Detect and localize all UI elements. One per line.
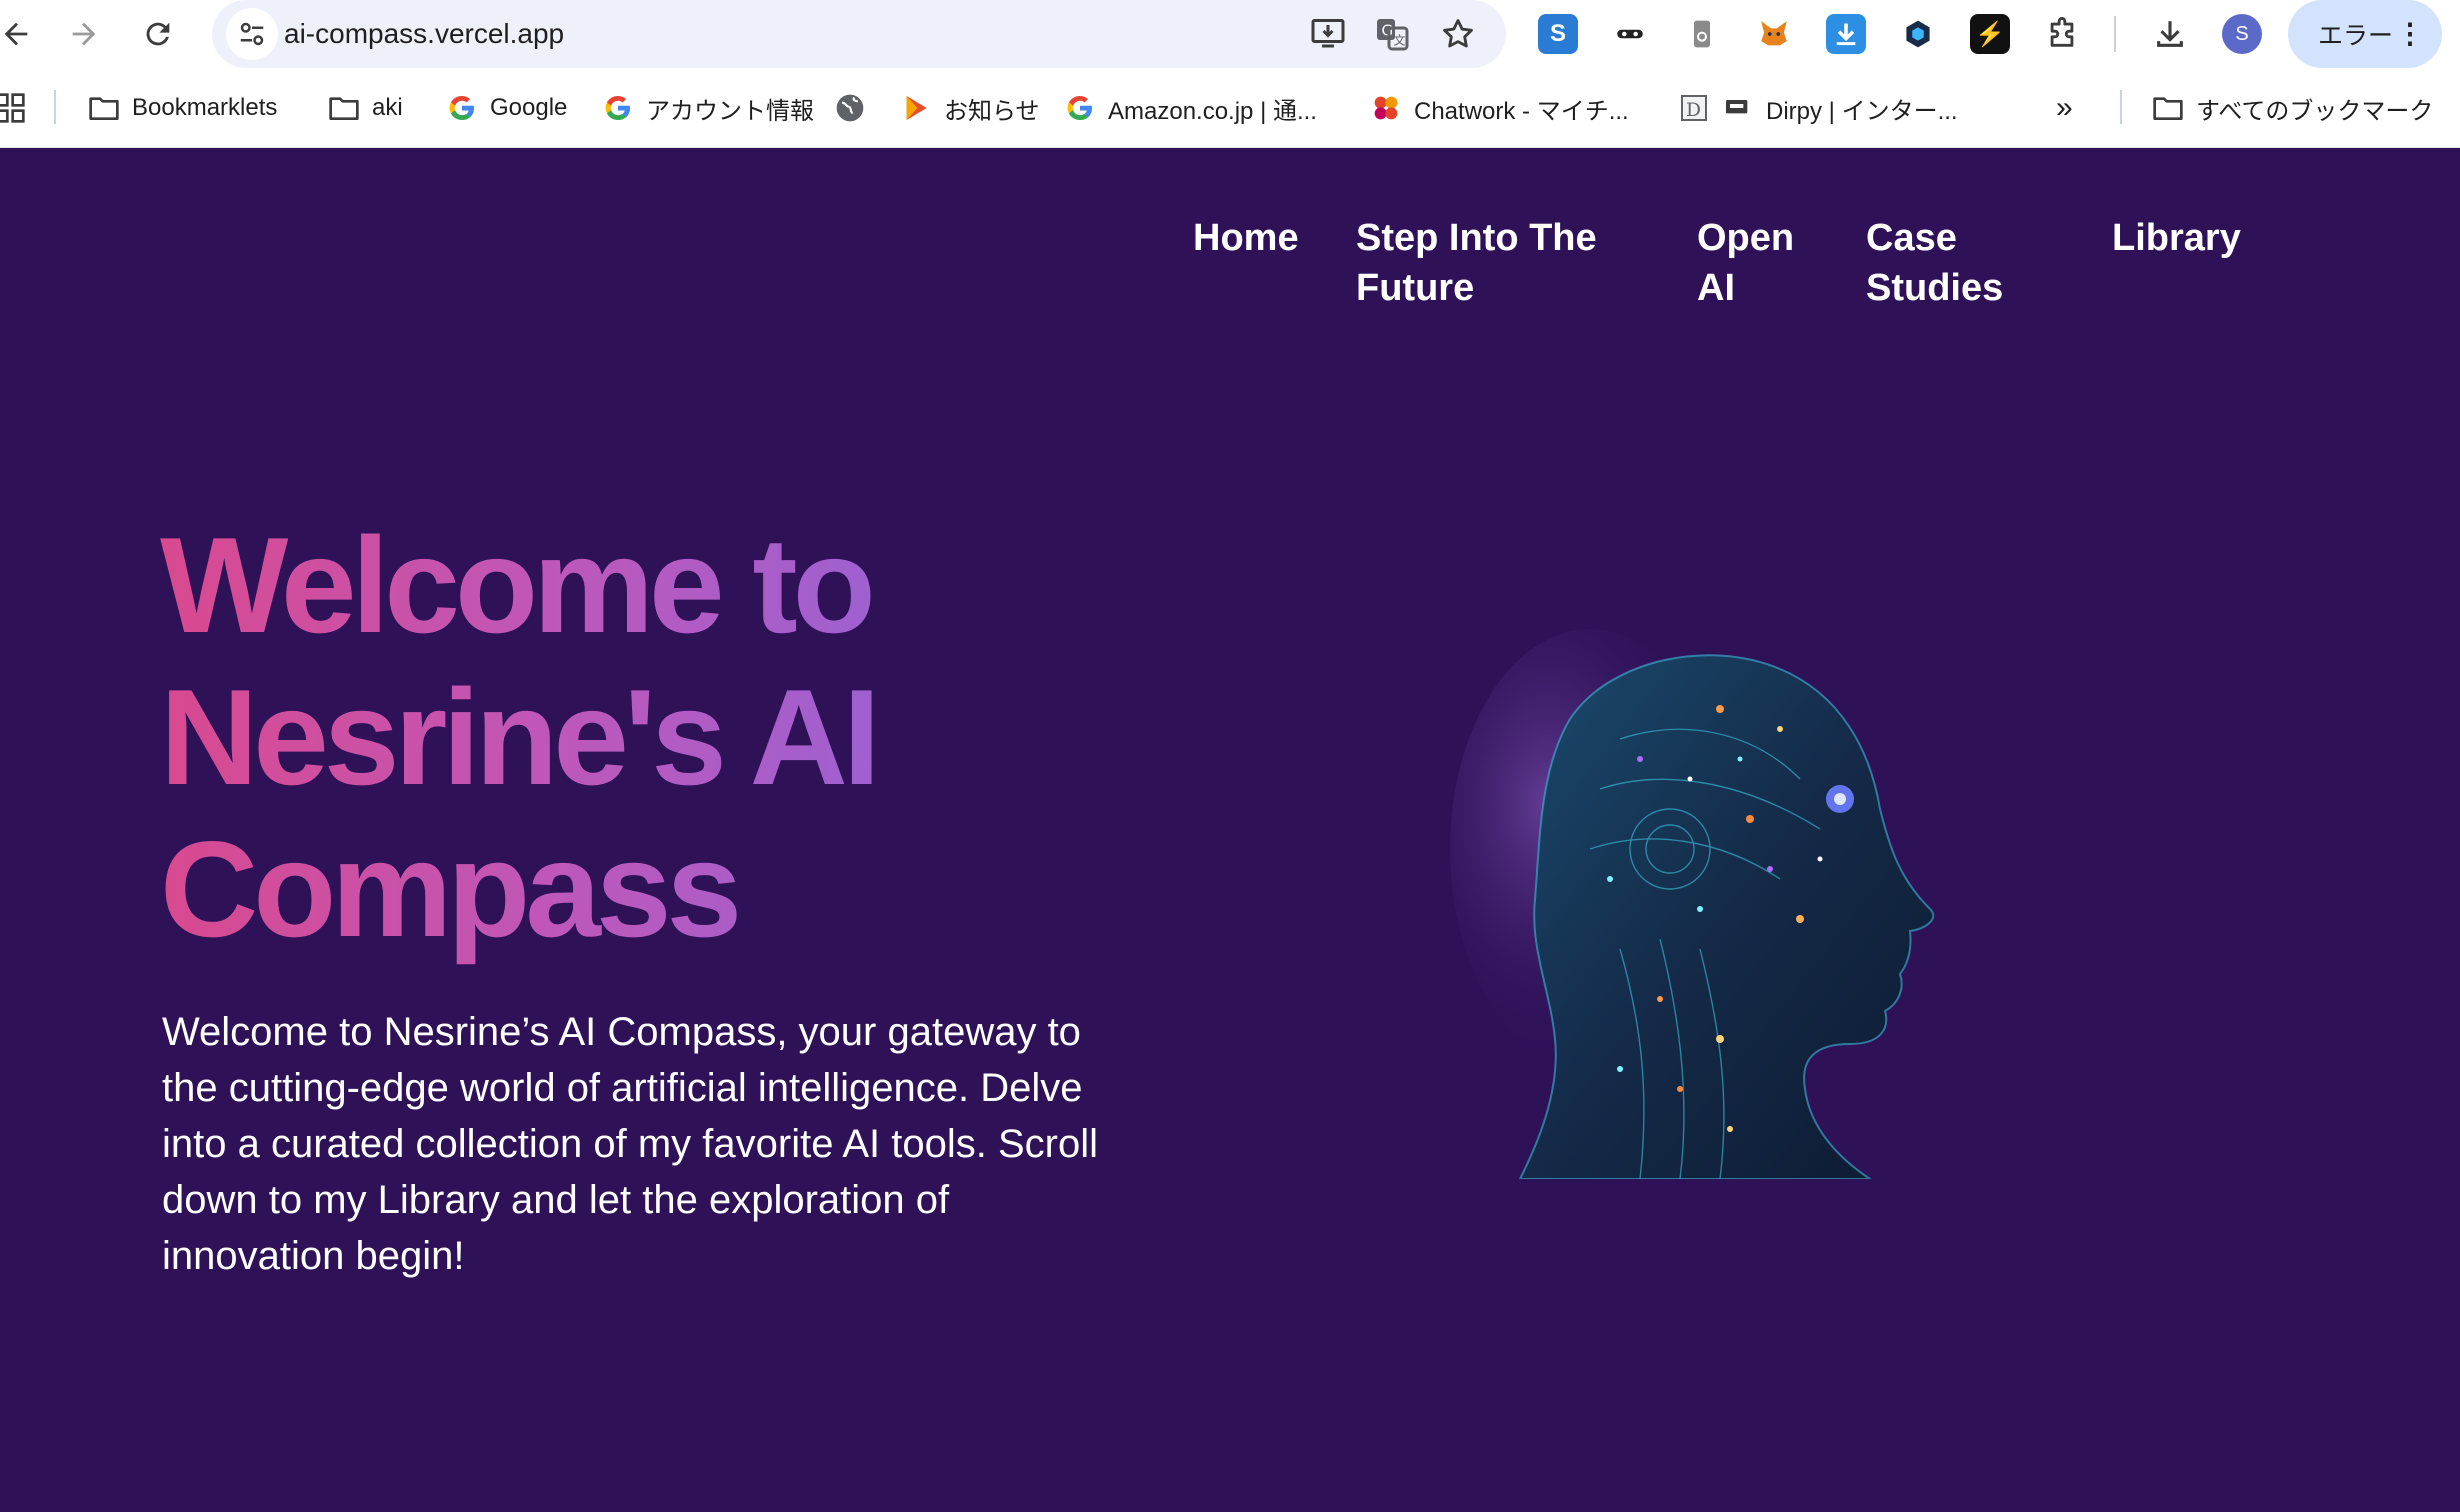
extensions-puzzle-icon[interactable] <box>2042 14 2082 54</box>
double-chevron-right-icon: » <box>2056 91 2073 124</box>
bookmark-account-info[interactable]: アカウント情報 <box>602 90 814 126</box>
hero-title-line2: Nesrine's AI <box>160 661 876 813</box>
profile-avatar[interactable]: S <box>2222 14 2262 54</box>
bookmark-label: Dirpy | インター... <box>1766 97 1958 125</box>
extension-bolt-icon[interactable]: ⚡ <box>1970 14 2010 54</box>
nav-home[interactable]: Home <box>1193 213 1299 263</box>
folder-icon <box>329 97 359 120</box>
nav-library[interactable]: Library <box>2112 213 2241 263</box>
hero-title-line1: Welcome to <box>160 509 871 661</box>
bookmark-label: Bookmarklets <box>132 94 278 121</box>
browser-toolbar: ai-compass.vercel.app G文 S ⚡ S エラー ⋮ <box>0 0 2460 68</box>
hero-description-line5: innovation begin! <box>162 1234 465 1278</box>
svg-text:文: 文 <box>1394 33 1406 48</box>
bookmark-aki[interactable]: aki <box>328 90 403 126</box>
bookmark-label: お知らせ <box>944 97 1040 125</box>
play-icon <box>906 96 927 120</box>
address-bar[interactable]: ai-compass.vercel.app G文 <box>212 0 1506 68</box>
bookmarks-bar: Bookmarklets aki Google アカウント情報 お知らせ Ama… <box>0 68 2460 148</box>
url-text[interactable]: ai-compass.vercel.app <box>284 18 564 50</box>
bookmark-label: aki <box>372 94 403 121</box>
dirpy-small-icon <box>1726 100 1748 114</box>
bookmark-notices[interactable]: お知らせ <box>900 90 1040 126</box>
nav-case-line1: Case <box>1866 217 1957 259</box>
profile-error-chip[interactable]: エラー ⋮ <box>2288 0 2442 68</box>
bookmarks-separator <box>54 90 56 124</box>
hero-title-line3: Compass <box>160 813 738 965</box>
reload-button[interactable] <box>134 10 182 58</box>
install-app-icon[interactable] <box>1308 14 1348 54</box>
bookmark-star-icon[interactable] <box>1438 14 1478 54</box>
forward-button[interactable] <box>60 10 108 58</box>
back-button[interactable] <box>0 10 40 58</box>
svg-text:D: D <box>1686 100 1701 121</box>
google-icon <box>449 95 475 121</box>
nav-case-studies[interactable]: Case Studies <box>1866 213 2003 313</box>
extension-mask-icon[interactable] <box>1610 14 1650 54</box>
nav-case-line2: Studies <box>1866 267 2004 309</box>
extension-hexagon-icon[interactable] <box>1898 14 1938 54</box>
downloads-icon[interactable] <box>2150 14 2190 54</box>
bookmark-label: Amazon.co.jp | 通... <box>1108 97 1317 125</box>
arrow-left-icon <box>4 22 28 46</box>
bookmark-google[interactable]: Google <box>446 90 567 126</box>
folder-icon <box>2153 97 2183 120</box>
nav-openai-line2: AI <box>1697 267 1735 309</box>
bookmark-amazon[interactable]: Amazon.co.jp | 通... <box>1064 90 1317 126</box>
bookmark-label: アカウント情報 <box>646 97 814 125</box>
extension-download-icon[interactable] <box>1826 14 1866 54</box>
bookmark-all-bookmarks[interactable]: すべてのブックマーク <box>2152 90 2433 126</box>
nav-step-line1: Step Into The <box>1356 217 1597 259</box>
google-icon <box>1067 95 1093 121</box>
chatwork-icon <box>1374 96 1398 120</box>
bookmark-bookmarklets[interactable]: Bookmarklets <box>88 90 277 126</box>
bookmark-dirpy-logo[interactable]: D <box>1678 90 1710 126</box>
bookmark-chatwork[interactable]: Chatwork - マイチ... <box>1370 90 1629 126</box>
reload-icon <box>146 22 170 46</box>
hero-description-line2: the cutting-edge world of artificial int… <box>162 1066 1083 1110</box>
more-bookmarks-button[interactable]: » <box>2056 90 2073 126</box>
tune-icon <box>240 22 264 46</box>
error-chip-label: エラー <box>2318 22 2394 50</box>
arrow-right-icon <box>72 22 96 46</box>
extension-metamask-icon[interactable] <box>1754 14 1794 54</box>
nav-open-ai[interactable]: Open AI <box>1697 213 1794 313</box>
folder-icon <box>89 97 119 120</box>
site-info-button[interactable] <box>226 8 278 60</box>
svg-text:G: G <box>1382 22 1394 40</box>
hero-description: Welcome to Nesrine’s AI Compass, your ga… <box>162 1004 1142 1284</box>
bookmark-label: Chatwork - マイチ... <box>1414 97 1629 125</box>
hero-description-line4: down to my Library and let the explorati… <box>162 1178 950 1222</box>
hero-title: Welcome to Nesrine's AI Compass <box>160 509 920 965</box>
more-menu-icon[interactable]: ⋮ <box>2396 18 2424 50</box>
extension-s-icon[interactable]: S <box>1538 14 1578 54</box>
bookmarks-separator <box>2120 90 2122 124</box>
google-icon <box>605 95 631 121</box>
toolbar-divider <box>2114 16 2116 52</box>
translate-icon[interactable]: G文 <box>1372 14 1412 54</box>
nav-openai-line1: Open <box>1697 217 1795 259</box>
nav-step-into-the-future[interactable]: Step Into The Future <box>1356 213 1597 313</box>
page-content: Home Step Into The Future Open AI Case S… <box>0 149 2460 1512</box>
nav-step-line2: Future <box>1356 267 1475 309</box>
globe-icon <box>836 94 864 122</box>
bookmark-globe[interactable] <box>834 90 866 126</box>
apps-grid-icon[interactable] <box>0 90 26 126</box>
hero-description-line3: into a curated collection of my favorite… <box>162 1122 1098 1166</box>
hero-description-line1: Welcome to Nesrine’s AI Compass, your ga… <box>162 1010 1081 1054</box>
dirpy-icon: D <box>1681 95 1707 121</box>
bookmark-label: Google <box>490 94 568 121</box>
ai-head-illustration <box>1450 629 1935 1179</box>
bookmark-label: すべてのブックマーク <box>2196 97 2434 125</box>
bookmark-dirpy[interactable]: Dirpy | インター... <box>1722 90 1958 126</box>
extension-phone-icon[interactable] <box>1682 14 1722 54</box>
